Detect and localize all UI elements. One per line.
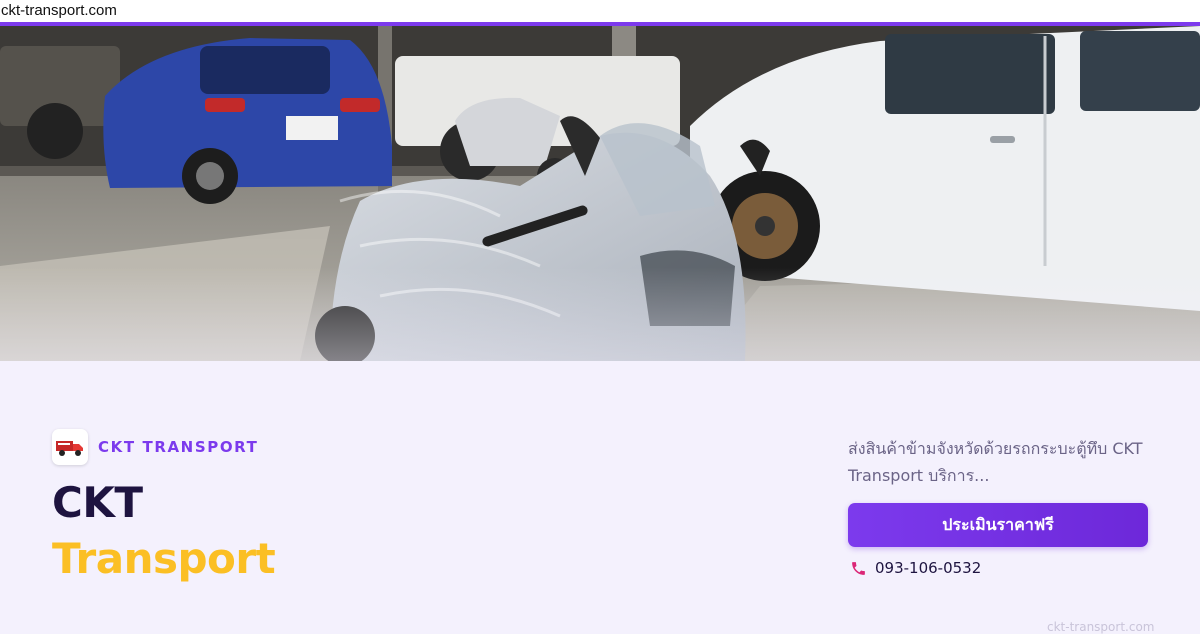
brand-name: CKT TRANSPORT (98, 438, 259, 456)
brand-row[interactable]: CKT TRANSPORT (52, 429, 259, 465)
phone-link[interactable]: 093-106-0532 (850, 557, 981, 579)
hero-image (0, 26, 1200, 361)
url-bar[interactable]: ckt-transport.com (0, 0, 1200, 22)
footer-domain: ckt-transport.com (1047, 620, 1155, 634)
truck-logo-icon (52, 429, 88, 465)
page-title-line-1: CKT (52, 478, 143, 527)
page-title-line-2: Transport (52, 534, 276, 583)
url-text: ckt-transport.com (1, 2, 117, 19)
phone-icon (850, 560, 867, 577)
description: ส่งสินค้าข้ามจังหวัดด้วยรถกระบะตู้ทึบ CK… (848, 439, 1143, 485)
phone-number: 093-106-0532 (875, 559, 982, 577)
free-quote-button[interactable]: ประเมินราคาฟรี (848, 503, 1148, 547)
